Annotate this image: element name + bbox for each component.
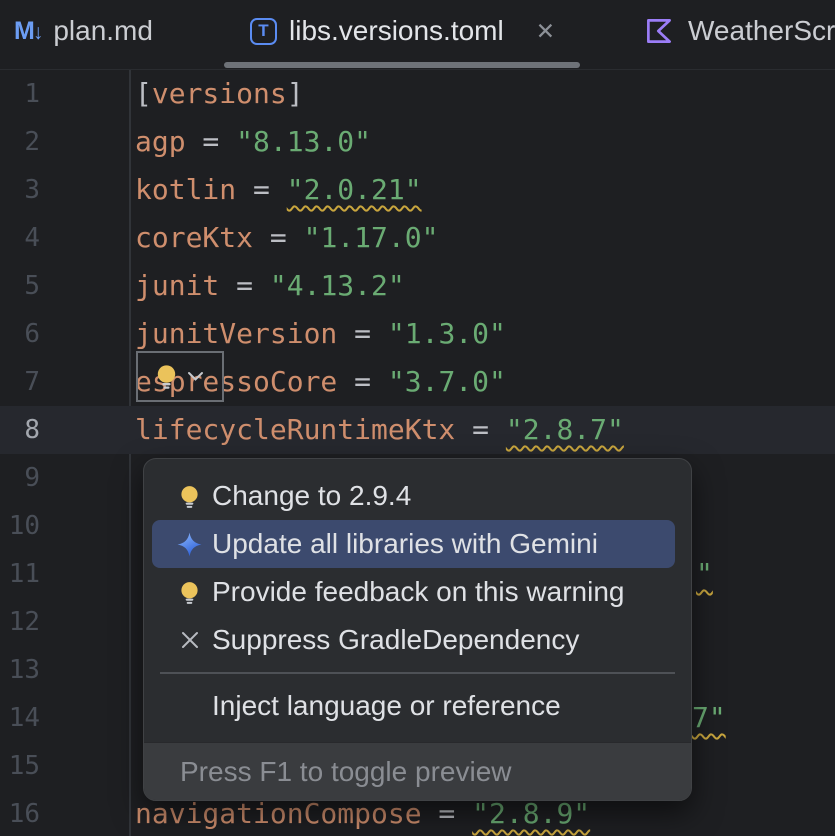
tab-label: libs.versions.toml [289, 15, 504, 47]
code-text: coreKtx = "1.17.0" [135, 214, 438, 262]
line-number[interactable]: 9 [0, 454, 40, 502]
popup-separator [160, 672, 675, 674]
editor-tab-bar: M↓ plan.md T libs.versions.toml ✕ Weathe… [0, 0, 835, 70]
code-line-8[interactable]: 8 lifecycleRuntimeKtx = "2.8.7" [0, 406, 835, 454]
line-number[interactable]: 3 [0, 166, 40, 214]
line-number[interactable]: 12 [0, 598, 40, 646]
popup-item-inject-language-or-reference[interactable]: Inject language or reference [152, 682, 675, 730]
line-number[interactable]: 8 [0, 406, 40, 454]
popup-item-provide-feedback-on-warning[interactable]: Provide feedback on this warning [152, 568, 675, 616]
line-number[interactable]: 5 [0, 262, 40, 310]
popup-item-label: Update all libraries with Gemini [212, 528, 598, 560]
markdown-icon: M↓ [14, 17, 41, 46]
code-line-3[interactable]: 3 kotlin = "2.0.21" [0, 166, 835, 214]
popup-item-update-all-libraries-with-gemini[interactable]: Update all libraries with Gemini [152, 520, 675, 568]
tab-label: plan.md [53, 15, 153, 47]
code-text: agp = "8.13.0" [135, 118, 371, 166]
toml-file-icon: T [250, 18, 277, 45]
no-icon [176, 693, 203, 720]
lightbulb-icon [176, 579, 203, 606]
popup-item-label: Inject language or reference [212, 690, 561, 722]
line-number[interactable]: 6 [0, 310, 40, 358]
line-number[interactable]: 4 [0, 214, 40, 262]
code-text: [versions] [135, 70, 304, 118]
popup-item-label: Provide feedback on this warning [212, 576, 624, 608]
tab-label: WeatherScree [688, 15, 835, 47]
code-line-2[interactable]: 2 agp = "8.13.0" [0, 118, 835, 166]
popup-item-suppress-gradledependency[interactable]: Suppress GradleDependency [152, 616, 675, 664]
code-line-4[interactable]: 4 coreKtx = "1.17.0" [0, 214, 835, 262]
code-line-1[interactable]: 1 [versions] [0, 70, 835, 118]
lightbulb-icon [176, 483, 203, 510]
kotlin-file-icon [642, 14, 676, 48]
code-text: junit = "4.13.2" [135, 262, 405, 310]
chevron-down-icon [187, 371, 204, 382]
code-line-6[interactable]: 6junitVersion = "1.3.0" [0, 310, 835, 358]
editor-pane[interactable]: 1 [versions] 2 agp = "8.13.0" 3 kotlin = "2.0… [0, 70, 835, 836]
code-fragment: 7" [692, 694, 726, 742]
line-number[interactable]: 1 [0, 70, 40, 118]
tab-libs-versions-toml[interactable]: T libs.versions.toml ✕ [250, 0, 555, 62]
line-number[interactable]: 15 [0, 742, 40, 790]
intention-bulb-widget[interactable] [136, 351, 224, 402]
close-tab-icon[interactable]: ✕ [536, 18, 555, 45]
line-number[interactable]: 16 [0, 790, 40, 836]
tab-scrollbar-thumb[interactable] [224, 62, 580, 68]
line-number[interactable]: 13 [0, 646, 40, 694]
code-line-5[interactable]: 5 junit = "4.13.2" [0, 262, 835, 310]
line-number[interactable]: 11 [0, 550, 40, 598]
popup-footer-hint: Press F1 to toggle preview [144, 742, 691, 800]
line-number[interactable]: 2 [0, 118, 40, 166]
line-number[interactable]: 14 [0, 694, 40, 742]
line-number[interactable]: 10 [0, 502, 40, 550]
code-line-7[interactable]: 7espressoCore = "3.7.0" [0, 358, 835, 406]
code-text: kotlin = "2.0.21" [135, 166, 422, 214]
close-icon [176, 627, 203, 654]
popup-item-label: Suppress GradleDependency [212, 624, 579, 656]
code-text: lifecycleRuntimeKtx = "2.8.7" [135, 406, 624, 454]
tab-weatherscreen[interactable]: WeatherScree [642, 0, 835, 62]
ide-window: M↓ plan.md T libs.versions.toml ✕ Weathe… [0, 0, 835, 836]
intention-popup: Change to 2.9.4 Update all libraries with… [143, 458, 692, 801]
lightbulb-icon [152, 362, 181, 391]
line-number[interactable]: 7 [0, 358, 40, 406]
popup-item-change-to-2-9-4[interactable]: Change to 2.9.4 [152, 472, 675, 520]
popup-item-label: Change to 2.9.4 [212, 480, 411, 512]
code-fragment: " [696, 550, 713, 598]
gemini-sparkle-icon [176, 531, 203, 558]
tab-plan-md[interactable]: M↓ plan.md [14, 0, 153, 62]
